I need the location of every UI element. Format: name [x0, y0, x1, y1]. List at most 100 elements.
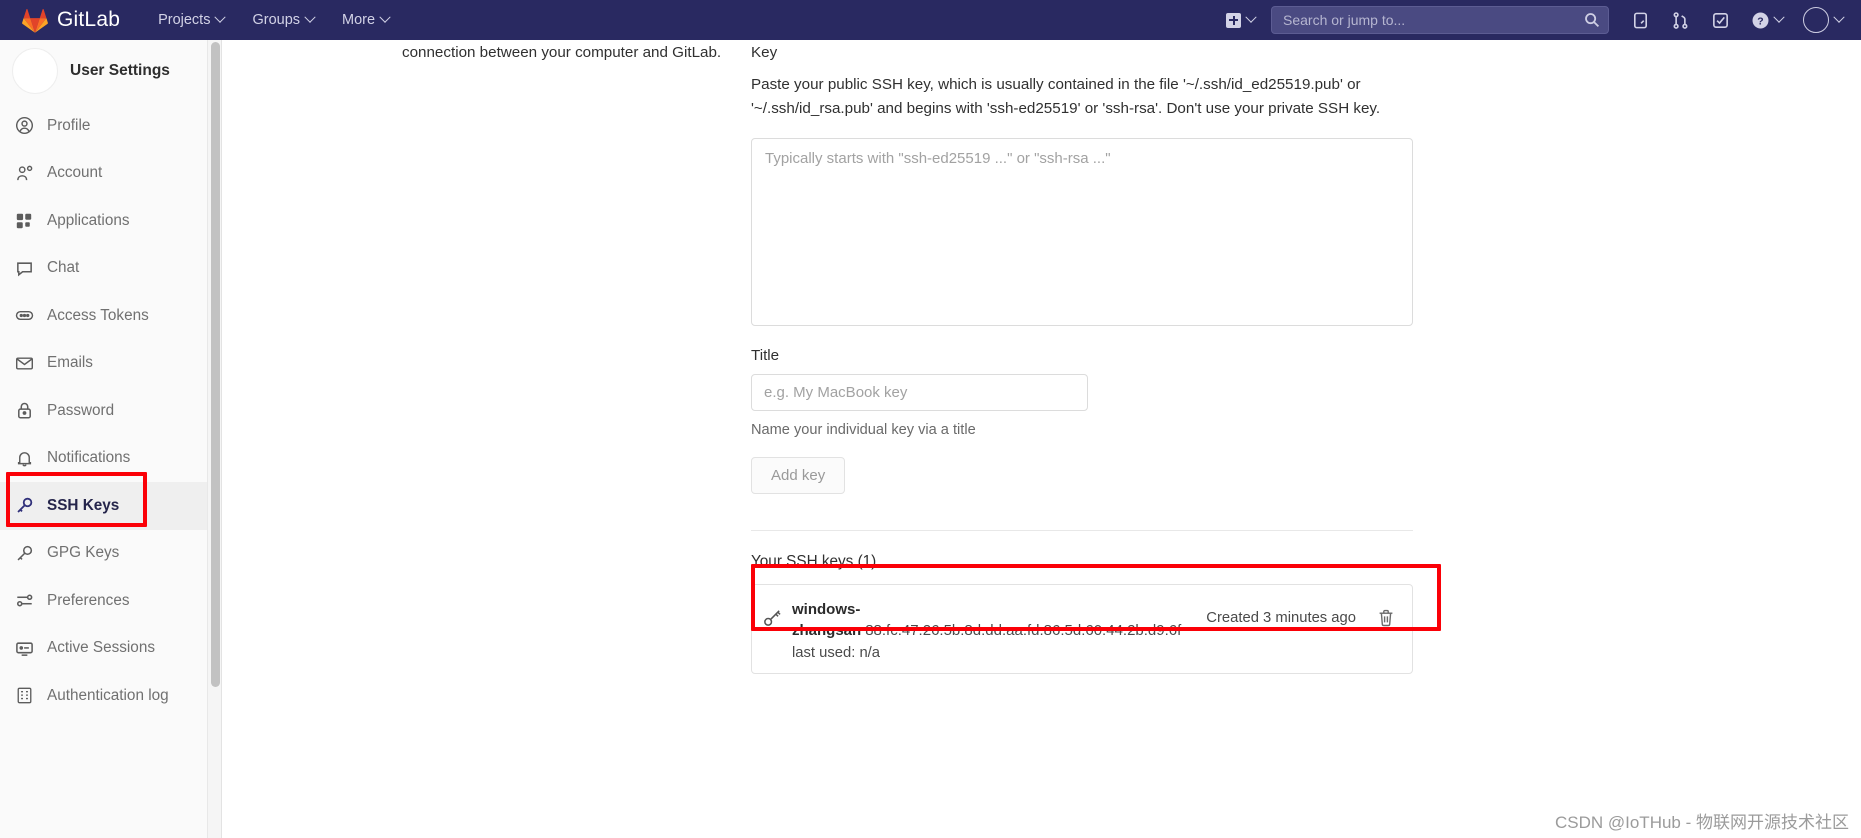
top-navbar: GitLab Projects Groups More Search or ju…	[0, 0, 1861, 40]
chevron-down-icon	[1833, 11, 1845, 23]
sidebar-item-profile[interactable]: Profile	[0, 102, 221, 150]
monitor-icon	[14, 638, 34, 658]
search-container	[1271, 6, 1609, 34]
sidebar-nav-list: Profile Account Applications Chat Access…	[0, 102, 221, 720]
help-icon: ?	[1752, 12, 1769, 28]
log-icon	[14, 686, 34, 706]
intro-text: connection between your computer and Git…	[402, 44, 722, 61]
user-menu-button[interactable]	[1791, 0, 1847, 40]
sidebar-item-label: GPG Keys	[47, 544, 120, 562]
profile-icon	[14, 116, 34, 136]
sidebar-item-label: Applications	[47, 211, 130, 229]
sidebar-item-label: Active Sessions	[47, 639, 155, 657]
sidebar-item-authentication-log[interactable]: Authentication log	[0, 672, 221, 720]
issues-icon[interactable]	[1621, 0, 1659, 40]
sidebar-item-chat[interactable]: Chat	[0, 245, 221, 293]
trash-icon[interactable]	[1376, 608, 1398, 630]
key-last-used: last used: n/a	[792, 645, 881, 662]
gitlab-brand[interactable]: GitLab	[22, 0, 120, 40]
sidebar-item-label: Chat	[47, 259, 80, 277]
sidebar-item-password[interactable]: Password	[0, 387, 221, 435]
key-details: windows-zhangsan 88:fc:47:26:5b:8d:dd:aa:…	[792, 597, 1206, 662]
ssh-key-textarea[interactable]	[751, 137, 1413, 326]
ssh-key-form: Key Paste your public SSH key, which is …	[751, 40, 1414, 675]
key-field-label: Key	[751, 44, 778, 61]
svg-text:?: ?	[1757, 16, 1763, 27]
search-input[interactable]	[1271, 6, 1609, 34]
account-icon	[14, 163, 34, 183]
bell-icon	[14, 448, 34, 468]
chevron-down-icon	[1245, 11, 1257, 23]
sidebar-item-ssh-keys[interactable]: SSH Keys	[0, 482, 221, 530]
todos-icon[interactable]	[1701, 0, 1739, 40]
chevron-down-icon	[1773, 11, 1785, 23]
lock-icon	[14, 401, 34, 421]
sidebar-item-label: Access Tokens	[47, 306, 149, 324]
ssh-keys-panel: windows-zhangsan 88:fc:47:26:5b:8d:dd:aa:…	[751, 583, 1413, 675]
key-title: windows-zhangsan	[792, 600, 862, 640]
avatar	[1803, 7, 1829, 33]
nav-more-label: More	[342, 12, 376, 28]
sidebar-item-label: Profile	[47, 116, 91, 134]
nav-groups-label: Groups	[252, 12, 301, 28]
nav-links: Projects Groups More	[144, 0, 403, 40]
sidebar-item-label: Authentication log	[47, 686, 169, 704]
sidebar-item-active-sessions[interactable]: Active Sessions	[0, 625, 221, 673]
intro-column: connection between your computer and Git…	[222, 40, 742, 65]
key-title-and-fingerprint: windows-zhangsan 88:fc:47:26:5b:8d:dd:aa:…	[792, 599, 1206, 643]
access-tokens-icon	[14, 306, 34, 326]
table-row[interactable]: windows-zhangsan 88:fc:47:26:5b:8d:dd:aa:…	[752, 585, 1412, 674]
sidebar-item-label: Preferences	[47, 591, 130, 609]
sidebar-item-access-tokens[interactable]: Access Tokens	[0, 292, 221, 340]
key-title-input[interactable]	[751, 373, 1088, 411]
nav-groups[interactable]: Groups	[238, 0, 328, 40]
nav-projects-label: Projects	[158, 12, 211, 28]
key-field-description: Paste your public SSH key, which is usua…	[751, 76, 1381, 118]
title-field-label: Title	[751, 346, 780, 364]
add-key-button[interactable]: Add key	[751, 456, 846, 494]
merge-requests-icon[interactable]	[1661, 0, 1699, 40]
sidebar-avatar	[12, 48, 58, 94]
create-new-button[interactable]	[1216, 0, 1265, 40]
sidebar-item-notifications[interactable]: Notifications	[0, 435, 221, 483]
sidebar-item-label: Account	[47, 164, 103, 182]
key-icon	[14, 496, 34, 516]
sidebar-header: User Settings	[0, 40, 221, 102]
main-content: connection between your computer and Git…	[222, 40, 1861, 838]
sidebar-item-gpg-keys[interactable]: GPG Keys	[0, 530, 221, 578]
sidebar-item-label: Emails	[47, 354, 93, 372]
sidebar-scrollbar[interactable]	[207, 40, 221, 838]
chevron-down-icon	[379, 11, 391, 23]
sidebar-item-account[interactable]: Account	[0, 150, 221, 198]
sidebar-title: User Settings	[70, 62, 170, 79]
gitlab-brand-text: GitLab	[57, 8, 121, 31]
applications-icon	[14, 211, 34, 231]
sidebar-item-label: Password	[47, 401, 115, 419]
sidebar-item-preferences[interactable]: Preferences	[0, 577, 221, 625]
sidebar-item-emails[interactable]: Emails	[0, 340, 221, 388]
plus-square-icon	[1226, 12, 1241, 28]
sliders-icon	[14, 591, 34, 611]
settings-sidebar: User Settings Profile Account Applicatio…	[0, 40, 222, 838]
sidebar-item-label: SSH Keys	[47, 496, 120, 514]
chevron-down-icon	[304, 11, 316, 23]
section-divider	[751, 529, 1413, 531]
sidebar-item-applications[interactable]: Applications	[0, 197, 221, 245]
navbar-right: ?	[1216, 0, 1861, 40]
key-icon	[14, 543, 34, 563]
email-icon	[14, 353, 34, 373]
watermark: CSDN @IoTHub - 物联网开源技术社区	[1554, 813, 1849, 832]
nav-more[interactable]: More	[328, 0, 403, 40]
gitlab-logo-icon	[22, 8, 48, 33]
key-created-date: Created 3 minutes ago	[1206, 609, 1356, 626]
sidebar-scrollbar-thumb[interactable]	[211, 42, 220, 687]
sidebar-item-label: Notifications	[47, 449, 131, 467]
key-fingerprint: 88:fc:47:26:5b:8d:dd:aa:fd:86:5d:60:44:2…	[865, 622, 1182, 640]
your-ssh-keys-heading: Your SSH keys (1)	[751, 552, 877, 570]
nav-projects[interactable]: Projects	[144, 0, 238, 40]
chevron-down-icon	[214, 11, 227, 23]
title-field-hint: Name your individual key via a title	[751, 421, 976, 438]
help-button[interactable]: ?	[1741, 0, 1789, 40]
key-icon	[762, 606, 784, 628]
chat-icon	[14, 258, 34, 278]
